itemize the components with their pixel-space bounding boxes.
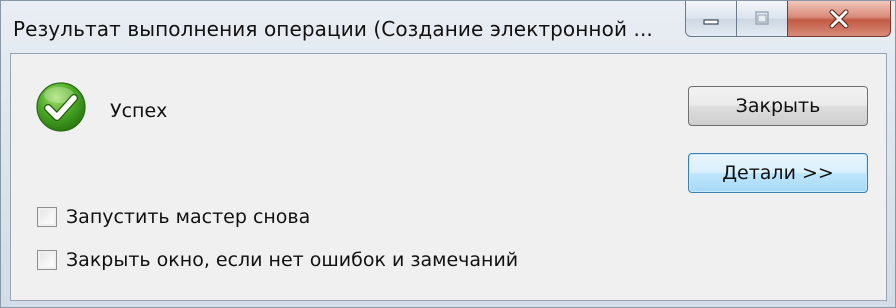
option-restart-wizard[interactable]: Запустить мастер снова [37,205,310,229]
minimize-button[interactable] [685,1,737,37]
dialog-content-panel: Успех Закрыть Детали >> Запустить мастер… [10,53,887,301]
close-button[interactable]: Закрыть [688,86,868,126]
status-text: Успех [110,100,168,122]
success-check-icon [36,82,86,132]
maximize-icon [755,10,769,25]
minimize-icon [703,18,719,25]
maximize-button[interactable] [736,1,788,37]
close-icon [829,9,849,28]
restart-wizard-checkbox[interactable] [37,207,57,227]
details-button[interactable]: Детали >> [688,153,868,193]
window-caption-buttons [685,1,891,39]
auto-close-checkbox[interactable] [37,250,57,270]
restart-wizard-label[interactable]: Запустить мастер снова [66,206,310,228]
option-auto-close[interactable]: Закрыть окно, если нет ошибок и замечани… [37,248,518,272]
auto-close-label[interactable]: Закрыть окно, если нет ошибок и замечани… [66,249,518,271]
window-title: Результат выполнения операции (Создание … [13,17,653,41]
result-dialog-window: Результат выполнения операции (Создание … [0,0,896,308]
close-window-button[interactable] [787,1,891,37]
